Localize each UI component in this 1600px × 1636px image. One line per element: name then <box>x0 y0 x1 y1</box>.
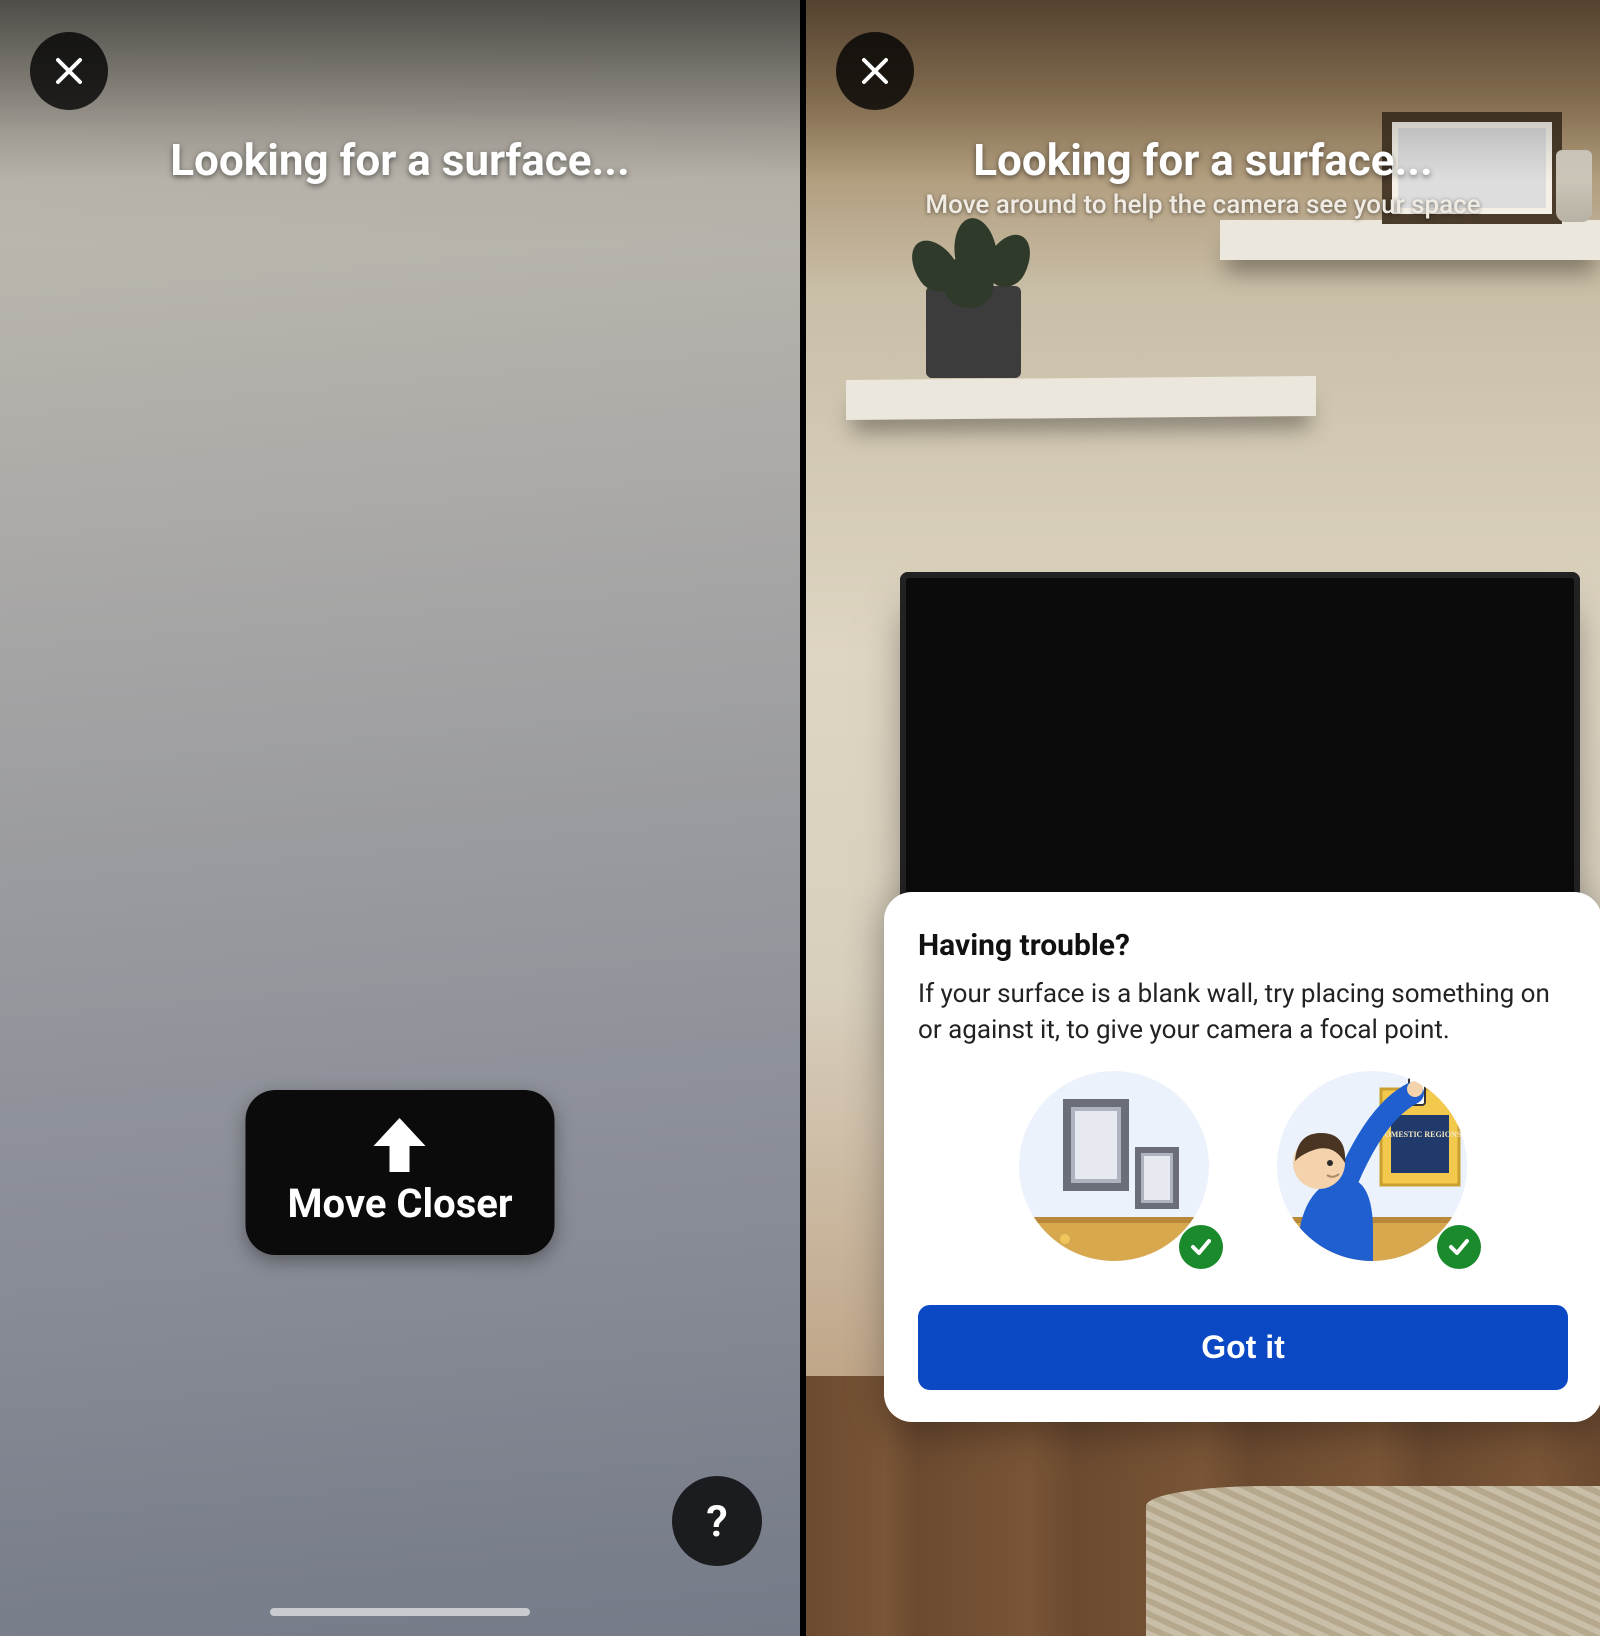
ar-screen-room-with-help: Looking for a surface... Move around to … <box>800 0 1600 1636</box>
move-closer-label: Move Closer <box>288 1180 513 1227</box>
ar-screen-blank-wall: Looking for a surface... Move Closer ? <box>0 0 800 1636</box>
status-title: Looking for a surface... <box>806 134 1600 186</box>
rug <box>1146 1486 1600 1636</box>
help-card-heading: Having trouble? <box>918 928 1568 963</box>
close-icon <box>860 56 890 86</box>
got-it-button[interactable]: Got it <box>918 1305 1568 1390</box>
status-title: Looking for a surface... <box>0 134 800 186</box>
check-icon <box>1437 1225 1481 1269</box>
wall-shelf-upper <box>1220 220 1600 260</box>
help-illustration-person: DOMESTIC REGIONS <box>1257 1075 1487 1275</box>
close-button[interactable] <box>836 32 914 110</box>
svg-text:DOMESTIC REGIONS: DOMESTIC REGIONS <box>1379 1130 1462 1139</box>
help-button[interactable]: ? <box>672 1476 762 1566</box>
help-illustrations: DOMESTIC REGIONS <box>918 1075 1568 1275</box>
help-card-body: If your surface is a blank wall, try pla… <box>918 977 1568 1049</box>
close-button[interactable] <box>30 32 108 110</box>
move-closer-coachmark: Move Closer <box>246 1090 555 1255</box>
check-icon <box>1179 1225 1223 1269</box>
help-card: Having trouble? If your surface is a bla… <box>884 892 1600 1422</box>
help-illustration-frames <box>999 1075 1229 1275</box>
wall-shelf-lower <box>846 376 1316 420</box>
home-indicator[interactable] <box>270 1608 530 1616</box>
close-icon <box>54 56 84 86</box>
arrow-up-icon <box>368 1116 432 1174</box>
question-mark-icon: ? <box>706 1495 728 1547</box>
top-vignette <box>0 0 800 1636</box>
status-subtitle: Move around to help the camera see your … <box>806 190 1600 220</box>
got-it-label: Got it <box>1201 1329 1285 1365</box>
